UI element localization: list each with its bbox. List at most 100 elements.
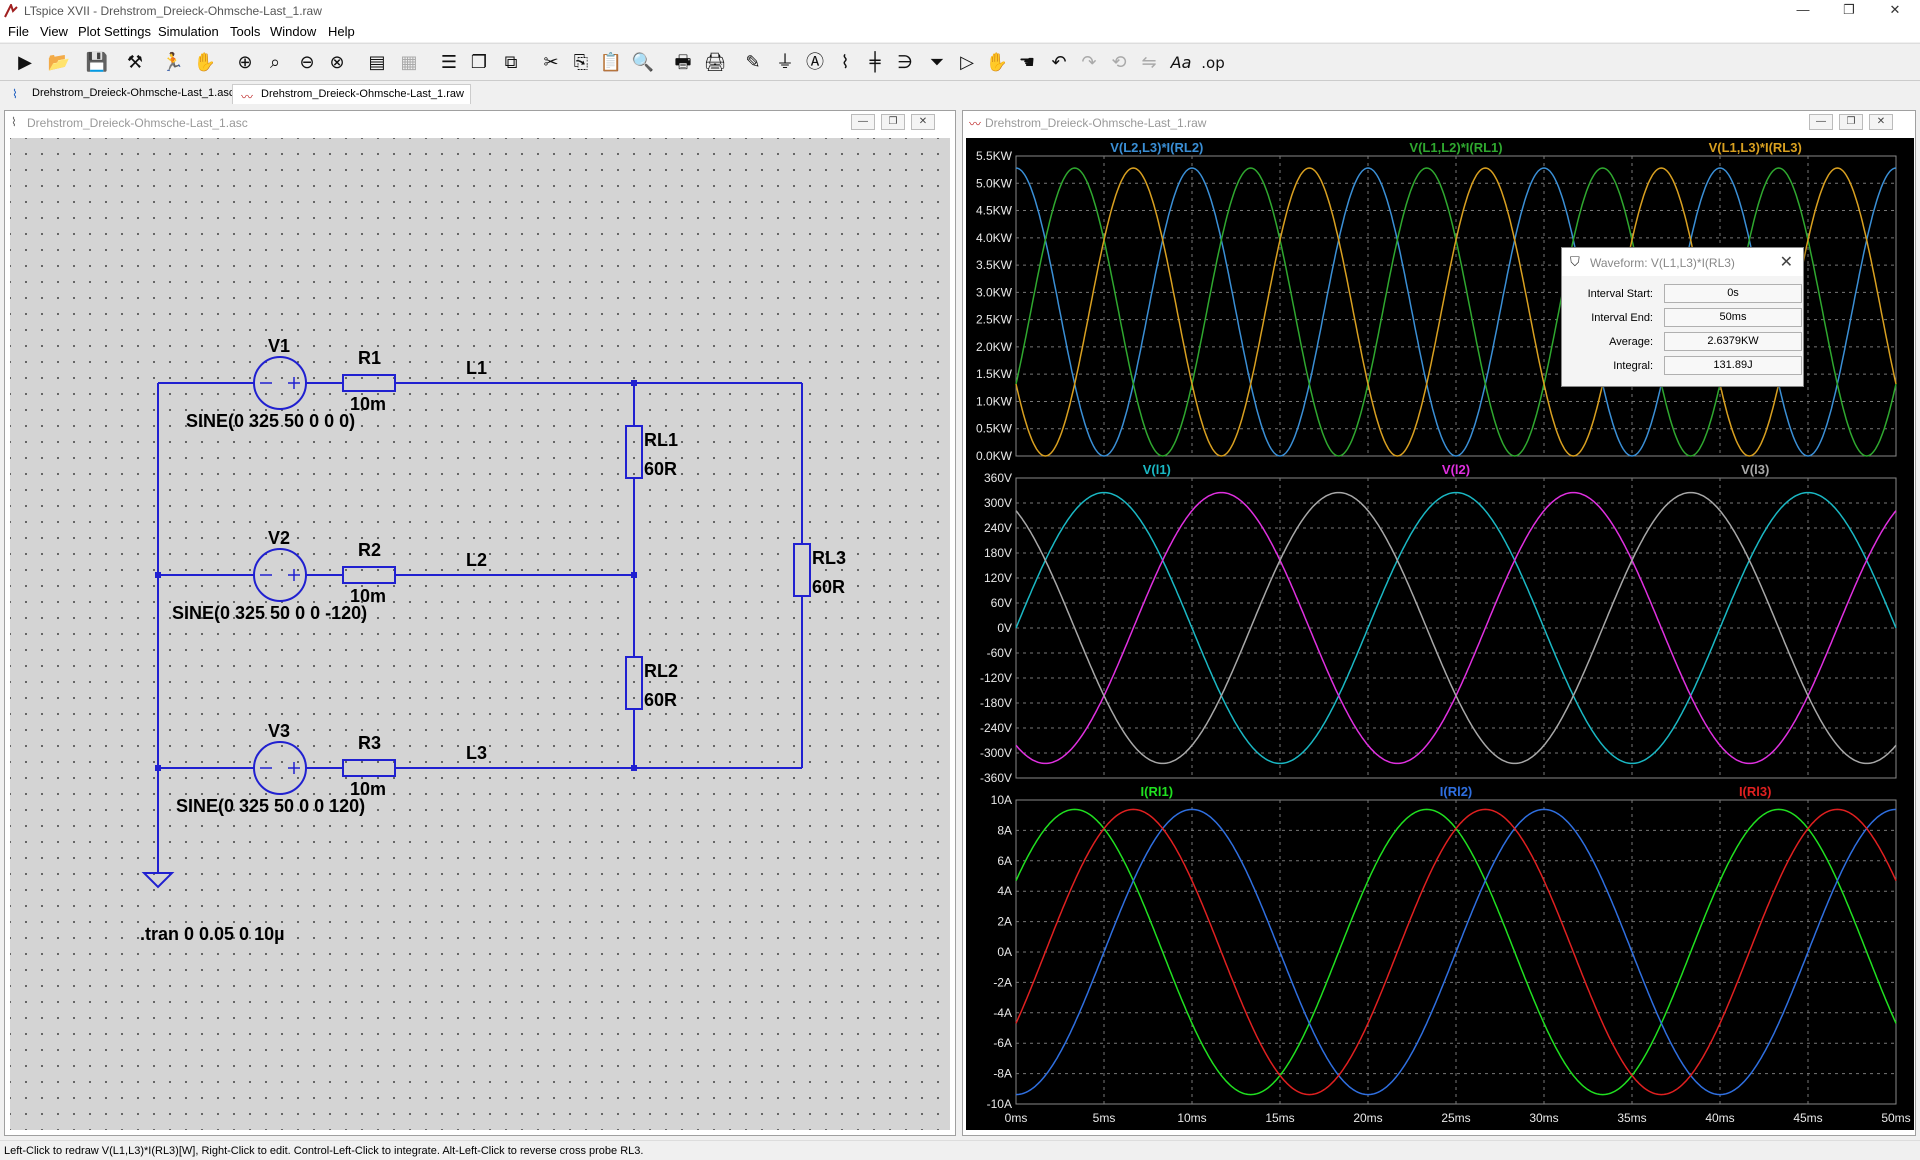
- schematic-restore-button[interactable]: ❐: [881, 114, 905, 130]
- y-tick-label: -300V: [980, 746, 1012, 760]
- print-preview-icon[interactable]: 🖨: [702, 50, 728, 76]
- zoom-fit-icon[interactable]: ⊗: [324, 50, 350, 76]
- schematic-canvas[interactable]: V1 SINE(0 325 50 0 0 0) V2 SINE(0 325 50…: [10, 138, 950, 1130]
- save-icon[interactable]: 💾: [84, 50, 110, 76]
- resistor-icon[interactable]: ⌇: [832, 50, 858, 76]
- label-V1[interactable]: V1: [268, 336, 290, 356]
- y-tick-label: 10A: [991, 793, 1012, 807]
- draw-wire-icon[interactable]: ✎: [740, 50, 766, 76]
- label-RL1[interactable]: RL1: [644, 430, 678, 450]
- menu-plot-settings[interactable]: Plot Settings: [78, 24, 151, 39]
- value-R1[interactable]: 10m: [350, 394, 386, 414]
- undo-icon[interactable]: ↶: [1046, 50, 1072, 76]
- run-icon[interactable]: ▶: [12, 50, 38, 76]
- resistor-R1[interactable]: [342, 374, 396, 392]
- menu-help[interactable]: Help: [328, 24, 355, 39]
- inductor-icon[interactable]: ∋: [892, 50, 918, 76]
- net-label-L3[interactable]: L3: [466, 743, 487, 763]
- tab-waveform[interactable]: 〰 Drehstrom_Dreieck-Ohmsche-Last_1.raw: [232, 84, 471, 104]
- waveform-dialog-titlebar: ⛉ Waveform: V(L1,L3)*I(RL3) ✕: [1562, 248, 1803, 276]
- menu-tools[interactable]: Tools: [230, 24, 260, 39]
- plot-minimize-button[interactable]: —: [1809, 114, 1833, 130]
- plot-restore-button[interactable]: ❐: [1839, 114, 1863, 130]
- interval-start-value[interactable]: 0s: [1664, 284, 1802, 303]
- paste-icon[interactable]: 📋: [598, 50, 624, 76]
- open-folder-icon[interactable]: 📂: [46, 50, 72, 76]
- value-RL1[interactable]: 60R: [644, 459, 677, 479]
- label-V2[interactable]: V2: [268, 528, 290, 548]
- resistor-RL3[interactable]: [793, 543, 811, 597]
- plot-window-titlebar: 〰 Drehstrom_Dreieck-Ohmsche-Last_1.raw —…: [963, 111, 1915, 135]
- maximize-button[interactable]: ❐: [1826, 0, 1872, 22]
- tile-horizontal-icon[interactable]: ☰: [436, 50, 462, 76]
- zoom-out-icon[interactable]: ⊖: [294, 50, 320, 76]
- close-icon[interactable]: ✕: [1780, 252, 1793, 272]
- menu-window[interactable]: Window: [270, 24, 316, 39]
- label-V3[interactable]: V3: [268, 721, 290, 741]
- rotate-icon[interactable]: ⟲: [1106, 50, 1132, 76]
- run-simulation-icon[interactable]: 🏃: [160, 50, 186, 76]
- value-R3[interactable]: 10m: [350, 779, 386, 799]
- waveform-dialog-title: Waveform: V(L1,L3)*I(RL3): [1590, 256, 1735, 270]
- spice-directive-icon[interactable]: .op: [1200, 50, 1226, 76]
- resistor-R3[interactable]: [342, 759, 396, 777]
- capacitor-icon[interactable]: ╪: [862, 50, 888, 76]
- tab-schematic[interactable]: ⌇ Drehstrom_Dreieck-Ohmsche-Last_1.asc: [4, 84, 240, 104]
- menu-simulation[interactable]: Simulation: [158, 24, 219, 39]
- zoom-rect-icon[interactable]: ▦: [396, 50, 422, 76]
- net-label-L1[interactable]: L1: [466, 358, 487, 378]
- value-V1[interactable]: SINE(0 325 50 0 0 0): [186, 411, 355, 431]
- value-RL2[interactable]: 60R: [644, 690, 677, 710]
- menu-view[interactable]: View: [40, 24, 68, 39]
- schematic-minimize-button[interactable]: —: [851, 114, 875, 130]
- net-label-L2[interactable]: L2: [466, 550, 487, 570]
- ground-icon[interactable]: ⏚: [772, 50, 798, 76]
- value-R2[interactable]: 10m: [350, 586, 386, 606]
- y-tick-label: -360V: [980, 771, 1012, 785]
- label-net-icon[interactable]: Ⓐ: [802, 50, 828, 76]
- minimize-button[interactable]: —: [1780, 0, 1826, 22]
- pan-hand-icon[interactable]: ✋: [192, 50, 218, 76]
- component-icon[interactable]: ▷: [954, 50, 980, 76]
- value-RL3[interactable]: 60R: [812, 577, 845, 597]
- resistor-R2[interactable]: [342, 566, 396, 584]
- drag-icon[interactable]: ☚: [1014, 50, 1040, 76]
- zoom-in-icon[interactable]: ⊕: [232, 50, 258, 76]
- trace-I(Rl2): [1015, 808, 1897, 1096]
- label-R1[interactable]: R1: [358, 348, 381, 368]
- schematic-close-button[interactable]: ✕: [911, 114, 935, 130]
- x-tick-label: 15ms: [1265, 1111, 1294, 1125]
- voltage-source-V1[interactable]: [253, 356, 307, 410]
- cut-icon[interactable]: ✂: [538, 50, 564, 76]
- move-icon[interactable]: ✋: [984, 50, 1010, 76]
- close-button[interactable]: ✕: [1872, 0, 1918, 22]
- control-panel-icon[interactable]: ⚒: [122, 50, 148, 76]
- label-R2[interactable]: R2: [358, 540, 381, 560]
- voltage-source-V3[interactable]: [253, 741, 307, 795]
- text-icon[interactable]: Aa: [1168, 50, 1194, 76]
- label-RL2[interactable]: RL2: [644, 661, 678, 681]
- spice-directive[interactable]: .tran 0 0.05 0 10µ: [140, 924, 284, 944]
- menu-file[interactable]: File: [8, 24, 29, 39]
- label-RL3[interactable]: RL3: [812, 548, 846, 568]
- plot-close-button[interactable]: ✕: [1869, 114, 1893, 130]
- diode-icon[interactable]: ⏷: [924, 50, 950, 76]
- resistor-RL1[interactable]: [625, 425, 643, 479]
- copy-icon[interactable]: ⎘: [568, 50, 594, 76]
- tile-vertical-icon[interactable]: ⧉: [498, 50, 524, 76]
- zoom-pan-icon[interactable]: ⌕: [262, 50, 288, 76]
- print-icon[interactable]: 🖶: [670, 50, 696, 76]
- find-icon[interactable]: 🔍: [630, 50, 656, 76]
- autorange-icon[interactable]: ▤: [364, 50, 390, 76]
- value-V2[interactable]: SINE(0 325 50 0 0 -120): [172, 603, 367, 623]
- redo-icon[interactable]: ↷: [1076, 50, 1102, 76]
- voltage-source-V2[interactable]: [253, 548, 307, 602]
- label-R3[interactable]: R3: [358, 733, 381, 753]
- cascade-icon[interactable]: ❐: [466, 50, 492, 76]
- ground-symbol[interactable]: [141, 872, 175, 889]
- mirror-icon[interactable]: ⇋: [1136, 50, 1162, 76]
- y-tick-label: 1.0KW: [976, 394, 1013, 408]
- interval-end-value[interactable]: 50ms: [1664, 308, 1802, 327]
- value-V3[interactable]: SINE(0 325 50 0 0 120): [176, 796, 365, 816]
- resistor-RL2[interactable]: [625, 656, 643, 710]
